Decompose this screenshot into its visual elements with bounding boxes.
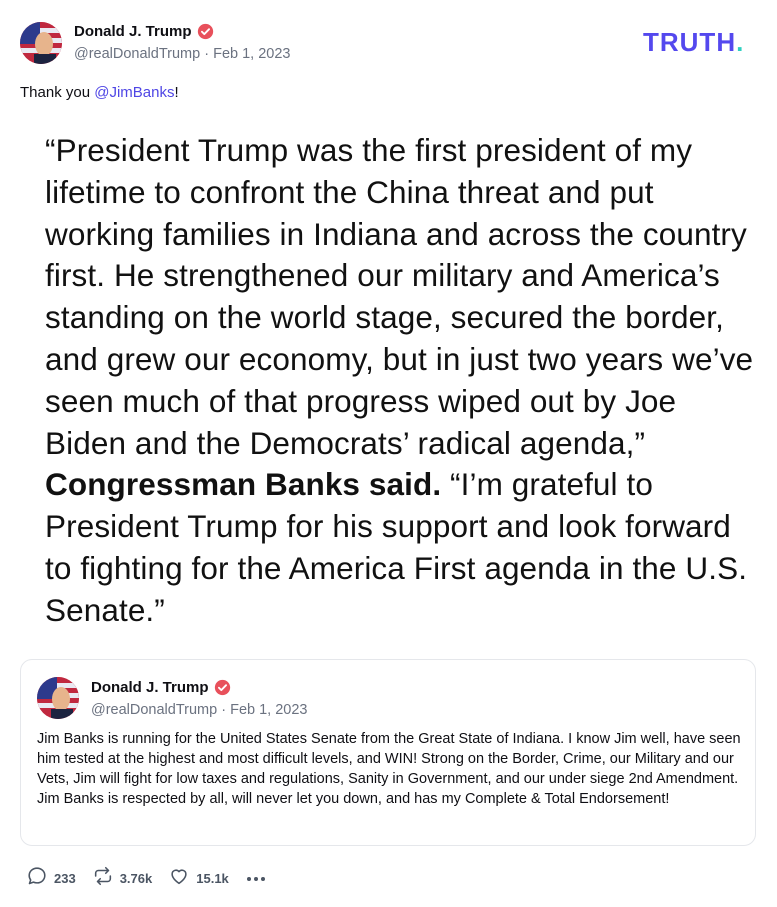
embedded-author-display-name[interactable]: Donald J. Trump <box>91 679 209 696</box>
retruth-count: 3.76k <box>119 871 153 886</box>
verified-badge-icon <box>214 679 231 696</box>
author-display-name[interactable]: Donald J. Trump <box>74 23 192 40</box>
truth-post: Donald J. Trump @realDonaldTrump · Feb 1… <box>0 0 777 907</box>
quote-image-text: “President Trump was the first president… <box>45 130 765 632</box>
reply-button[interactable]: 233 <box>26 865 76 892</box>
like-count: 15.1k <box>196 871 229 886</box>
action-bar: 233 3.76k 15.1k <box>26 865 265 892</box>
retruth-button[interactable]: 3.76k <box>92 865 153 892</box>
post-body: Thank you @JimBanks! <box>20 84 179 101</box>
heart-icon <box>168 865 190 892</box>
truth-logo[interactable]: TRUTH. <box>643 27 744 58</box>
like-button[interactable]: 15.1k <box>168 865 229 892</box>
embedded-author-meta: @realDonaldTrump · Feb 1, 2023 <box>91 702 308 718</box>
embedded-post-date[interactable]: Feb 1, 2023 <box>230 702 307 718</box>
embedded-post-card[interactable]: Donald J. Trump @realDonaldTrump · Feb 1… <box>20 659 756 846</box>
body-prefix: Thank you <box>20 84 95 101</box>
author-avatar[interactable] <box>20 22 62 64</box>
meta-separator: · <box>217 702 231 718</box>
quote-part-1: “President Trump was the first president… <box>45 132 754 461</box>
logo-dot: . <box>736 27 745 57</box>
author-name-row: Donald J. Trump <box>74 23 214 40</box>
meta-separator: · <box>200 46 214 62</box>
post-date[interactable]: Feb 1, 2023 <box>213 46 290 62</box>
embedded-author-name-row: Donald J. Trump <box>91 679 231 696</box>
reply-count: 233 <box>54 871 76 886</box>
logo-text: TRUTH <box>643 27 737 57</box>
verified-badge-icon <box>197 23 214 40</box>
author-meta: @realDonaldTrump · Feb 1, 2023 <box>74 46 291 62</box>
embedded-author-handle[interactable]: @realDonaldTrump <box>91 702 217 718</box>
embedded-author-avatar[interactable] <box>37 677 79 719</box>
quote-bold: Congressman Banks said. <box>45 466 442 503</box>
body-suffix: ! <box>174 84 179 101</box>
author-handle[interactable]: @realDonaldTrump <box>74 46 200 62</box>
quote-image[interactable]: “President Trump was the first president… <box>20 118 756 638</box>
more-dots-icon[interactable] <box>246 873 265 885</box>
repost-icon <box>92 865 114 892</box>
embedded-post-text: Jim Banks is running for the United Stat… <box>37 731 741 807</box>
mention-link[interactable]: @JimBanks <box>94 84 174 101</box>
comment-icon <box>26 865 48 892</box>
